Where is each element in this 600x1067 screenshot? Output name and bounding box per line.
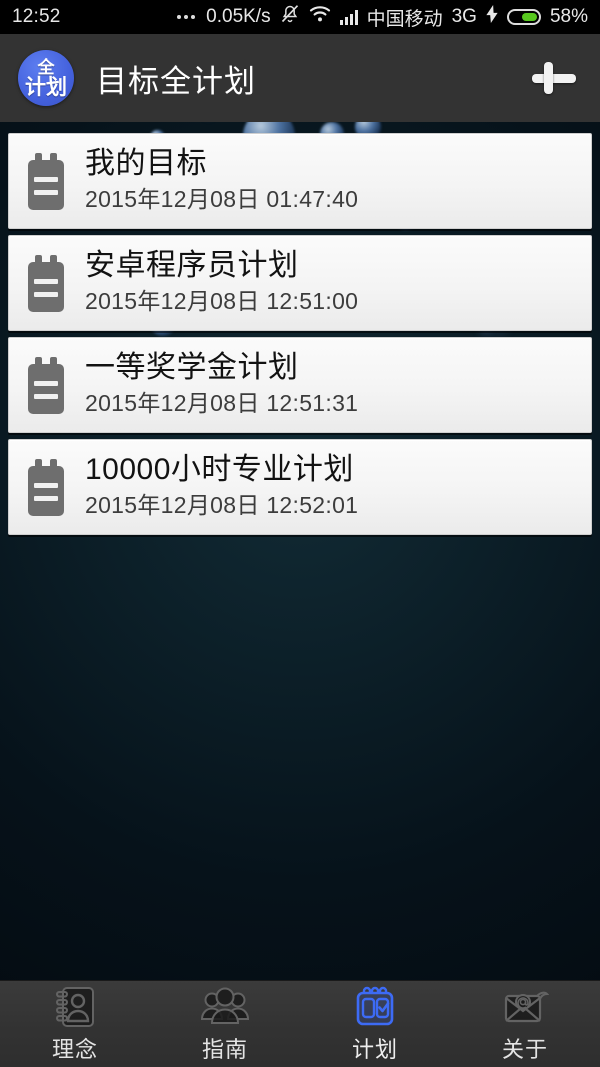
page-title: 目标全计划 bbox=[96, 63, 256, 99]
clipboard-icon bbox=[23, 458, 69, 516]
cellular-signal-icon bbox=[339, 9, 358, 25]
charging-bolt-icon bbox=[486, 5, 498, 29]
plus-icon bbox=[532, 74, 576, 83]
app-logo-line1: 全 bbox=[37, 57, 55, 77]
app-logo-icon: 全 计划 bbox=[18, 50, 74, 106]
app-header: 全 计划 目标全计划 bbox=[0, 34, 600, 122]
battery-percent: 58% bbox=[549, 6, 588, 27]
people-group-icon bbox=[201, 985, 249, 1029]
bell-muted-icon bbox=[280, 4, 300, 30]
app-logo-line2: 计划 bbox=[25, 75, 67, 99]
plan-date: 2015年12月08日 01:47:40 bbox=[85, 185, 359, 212]
plan-list-item[interactable]: 10000小时专业计划 2015年12月08日 12:52:01 bbox=[8, 439, 592, 535]
envelope-at-icon bbox=[501, 985, 549, 1029]
wifi-icon bbox=[309, 5, 331, 29]
more-dots-icon bbox=[177, 15, 196, 19]
nav-tab-label: 关于 bbox=[501, 1036, 548, 1062]
plan-text: 10000小时专业计划 2015年12月08日 12:52:01 bbox=[85, 453, 358, 520]
nav-tab-calendar-checklist[interactable]: 计划 bbox=[300, 981, 450, 1067]
plan-date: 2015年12月08日 12:51:31 bbox=[85, 389, 359, 416]
plan-title: 10000小时专业计划 bbox=[85, 453, 354, 487]
nav-tab-people-group[interactable]: 指南 bbox=[150, 981, 300, 1067]
nav-tab-envelope-at[interactable]: 关于 bbox=[450, 981, 600, 1067]
network-speed-text: 0.05K/s bbox=[206, 6, 271, 27]
battery-icon bbox=[506, 9, 541, 25]
calendar-checklist-icon bbox=[351, 985, 399, 1029]
status-clock: 12:52 bbox=[12, 6, 61, 27]
clipboard-icon bbox=[23, 356, 69, 414]
plan-list-item[interactable]: 一等奖学金计划 2015年12月08日 12:51:31 bbox=[8, 337, 592, 433]
plan-list[interactable]: 我的目标 2015年12月08日 01:47:40 安卓程序员计划 2015年12月0… bbox=[0, 133, 600, 541]
phone-screen: 12:52 0.05K/s 中国移动 3G 58% 全 计划 目标全计划 我的目… bbox=[0, 0, 600, 1067]
plan-text: 安卓程序员计划 2015年12月08日 12:51:00 bbox=[85, 249, 358, 316]
bottom-navigation[interactable]: 理念 指南 计划 关于 bbox=[0, 980, 600, 1067]
status-icons: 0.05K/s 中国移动 3G 58% bbox=[177, 4, 588, 31]
nav-tab-label: 理念 bbox=[51, 1036, 98, 1062]
plan-title: 我的目标 bbox=[85, 147, 207, 181]
plan-text: 一等奖学金计划 2015年12月08日 12:51:31 bbox=[85, 351, 358, 418]
nav-tab-label: 计划 bbox=[351, 1036, 398, 1062]
network-type: 3G bbox=[451, 6, 477, 27]
plan-text: 我的目标 2015年12月08日 01:47:40 bbox=[85, 147, 358, 214]
plan-list-item[interactable]: 我的目标 2015年12月08日 01:47:40 bbox=[8, 133, 592, 229]
add-plan-button[interactable] bbox=[526, 50, 582, 106]
clipboard-icon bbox=[23, 254, 69, 312]
clipboard-icon bbox=[23, 152, 69, 210]
plan-title: 安卓程序员计划 bbox=[85, 249, 299, 283]
nav-tab-label: 指南 bbox=[201, 1036, 248, 1062]
plan-date: 2015年12月08日 12:52:01 bbox=[85, 491, 359, 518]
status-bar: 12:52 0.05K/s 中国移动 3G 58% bbox=[0, 0, 600, 34]
carrier-name: 中国移动 bbox=[366, 8, 443, 30]
address-book-icon bbox=[51, 985, 99, 1029]
plan-date: 2015年12月08日 12:51:00 bbox=[85, 287, 359, 314]
plan-list-item[interactable]: 安卓程序员计划 2015年12月08日 12:51:00 bbox=[8, 235, 592, 331]
nav-tab-address-book[interactable]: 理念 bbox=[0, 981, 150, 1067]
plan-title: 一等奖学金计划 bbox=[85, 351, 299, 385]
